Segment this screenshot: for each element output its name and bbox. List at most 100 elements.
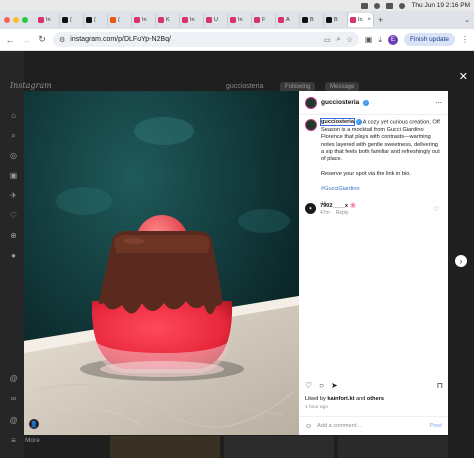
post-options-icon[interactable]: ⋯ bbox=[435, 99, 442, 107]
next-post-arrow-icon[interactable]: › bbox=[455, 255, 467, 267]
caption-block: gucciosteria ✓ A cozy yet curious creati… bbox=[305, 118, 443, 208]
like-heart-icon[interactable]: ♡ bbox=[305, 381, 312, 390]
control-center-icon[interactable] bbox=[361, 2, 369, 9]
commenter-avatar[interactable]: ✶ bbox=[305, 203, 316, 214]
extensions-icon[interactable]: ▣ bbox=[365, 35, 373, 44]
browser-tab[interactable]: In bbox=[36, 13, 60, 27]
caption-username[interactable]: gucciosteria bbox=[320, 118, 355, 127]
minimize-window-button[interactable] bbox=[13, 17, 19, 23]
tab-favicon-icon bbox=[86, 17, 92, 23]
comment-text: 🌸 bbox=[349, 203, 357, 209]
tab-favicon-icon bbox=[110, 17, 116, 23]
more-menu-icon[interactable]: ≡ bbox=[9, 436, 18, 445]
liked-by-user[interactable]: kainfort.kt bbox=[327, 396, 354, 402]
macos-menubar: Thu Jun 19 2:16 PM bbox=[0, 0, 474, 11]
tab-label: In bbox=[190, 17, 195, 23]
browser-tab[interactable]: F bbox=[252, 13, 276, 27]
add-comment-input[interactable]: Add a comment... bbox=[317, 423, 361, 429]
grid-thumbnail bbox=[338, 436, 448, 458]
forward-arrow-icon[interactable]: → bbox=[21, 35, 31, 45]
zoom-icon[interactable]: ⌕ bbox=[337, 36, 341, 44]
close-window-button[interactable] bbox=[4, 17, 10, 23]
browser-tab[interactable]: In bbox=[228, 13, 252, 27]
spotlight-icon[interactable] bbox=[399, 2, 406, 9]
profile-avatar[interactable]: E bbox=[387, 34, 398, 45]
messages-icon[interactable]: ✈ bbox=[9, 191, 18, 200]
bookmark-star-icon[interactable]: ☆ bbox=[347, 36, 353, 44]
post-comment-button[interactable]: Post bbox=[430, 423, 442, 429]
downloads-icon[interactable]: ⤓ bbox=[378, 35, 382, 45]
post-modal: 👤 gucciosteria ✓ ⋯ gucciosteria ✓ A cozy… bbox=[24, 91, 448, 435]
browser-tab[interactable]: In bbox=[180, 13, 204, 27]
liked-and: and bbox=[354, 396, 367, 402]
browser-menu-icon[interactable]: ⋮ bbox=[461, 35, 469, 44]
browser-tab[interactable]: ( bbox=[60, 13, 84, 27]
reload-icon[interactable]: ↻ bbox=[37, 34, 47, 45]
address-bar[interactable]: ⚙ instagram.com/p/DLFuYp-N2Bq/ ▭ ⌕ ☆ bbox=[53, 32, 359, 47]
caption-text: gucciosteria ✓ A cozy yet curious creati… bbox=[320, 118, 441, 208]
caption-body: A cozy yet curious creation, Off Season … bbox=[321, 119, 440, 163]
reply-link[interactable]: Reply bbox=[336, 210, 349, 217]
save-bookmark-icon[interactable]: ⊓ bbox=[437, 381, 443, 390]
grid-thumbnail bbox=[224, 436, 334, 458]
instagram-logo[interactable]: Instagram bbox=[10, 81, 52, 90]
threads-icon[interactable]: @ bbox=[9, 374, 18, 383]
wifi-icon[interactable] bbox=[374, 2, 381, 9]
threads-alt-icon[interactable]: @ bbox=[9, 416, 18, 425]
tab-label: ( bbox=[118, 17, 120, 23]
site-info-icon[interactable]: ⚙ bbox=[59, 36, 65, 44]
post-image[interactable]: 👤 bbox=[24, 91, 299, 435]
browser-tab[interactable]: A bbox=[276, 13, 300, 27]
caption-verified-icon: ✓ bbox=[355, 119, 362, 125]
post-actions: ♡ ○ ➤ ⊓ bbox=[305, 381, 443, 390]
browser-tab[interactable]: K bbox=[156, 13, 180, 27]
menubar-clock[interactable]: Thu Jun 19 2:16 PM bbox=[411, 2, 470, 9]
browser-tab[interactable]: ( bbox=[84, 13, 108, 27]
emoji-smiley-icon[interactable]: ☺ bbox=[305, 423, 312, 430]
tagged-user-icon[interactable]: 👤 bbox=[29, 419, 39, 429]
tab-search-icon[interactable]: ⌄ bbox=[464, 16, 470, 24]
zoom-window-button[interactable] bbox=[22, 17, 28, 23]
likes-summary: Liked by kainfort.kt and others bbox=[305, 396, 384, 402]
commenter-username[interactable]: 7902____x bbox=[320, 203, 348, 209]
tab-label: In bbox=[358, 17, 363, 23]
browser-tab[interactable]: B bbox=[324, 13, 348, 27]
browser-tab[interactable]: In × bbox=[348, 13, 374, 27]
browser-tab[interactable]: U bbox=[204, 13, 228, 27]
author-avatar[interactable] bbox=[305, 96, 317, 109]
meta-icon[interactable]: ∞ bbox=[9, 394, 18, 403]
caption-avatar[interactable] bbox=[305, 119, 317, 131]
close-modal-icon[interactable]: ✕ bbox=[459, 70, 468, 83]
back-arrow-icon[interactable]: ← bbox=[5, 35, 15, 45]
share-send-icon[interactable]: ➤ bbox=[331, 381, 338, 390]
tab-favicon-icon bbox=[134, 17, 140, 23]
author-username[interactable]: gucciosteria bbox=[321, 99, 359, 106]
home-icon[interactable]: ⌂ bbox=[9, 111, 18, 120]
mocktail-photo bbox=[24, 91, 299, 435]
liked-others[interactable]: others bbox=[367, 396, 384, 402]
grid-thumbnail bbox=[110, 436, 220, 458]
tab-close-icon[interactable]: × bbox=[367, 17, 371, 23]
like-comment-heart-icon[interactable]: ♡ bbox=[434, 206, 439, 213]
more-label[interactable]: More bbox=[25, 437, 40, 444]
tab-label: ( bbox=[94, 17, 96, 23]
tab-favicon-icon bbox=[158, 17, 164, 23]
url-text: instagram.com/p/DLFuYp-N2Bq/ bbox=[70, 36, 171, 43]
finish-update-button[interactable]: Finish update bbox=[403, 33, 455, 46]
reels-icon[interactable]: ▣ bbox=[9, 171, 18, 180]
profile-icon[interactable]: ● bbox=[9, 251, 18, 260]
create-icon[interactable]: ⊕ bbox=[9, 231, 18, 240]
battery-icon[interactable] bbox=[386, 2, 394, 9]
notifications-heart-icon[interactable]: ♡ bbox=[9, 211, 18, 220]
browser-tab[interactable]: B bbox=[300, 13, 324, 27]
search-icon[interactable]: ⌕ bbox=[9, 131, 18, 140]
browser-tab[interactable]: In bbox=[132, 13, 156, 27]
explore-icon[interactable]: ◎ bbox=[9, 151, 18, 160]
tab-label: In bbox=[142, 17, 147, 23]
tab-label: In bbox=[46, 17, 51, 23]
new-tab-button[interactable]: + bbox=[378, 15, 383, 25]
comment-bubble-icon[interactable]: ○ bbox=[319, 381, 324, 390]
browser-tab[interactable]: ( bbox=[108, 13, 132, 27]
caption-hashtag[interactable]: #GucciGiardino bbox=[321, 186, 360, 192]
cast-icon[interactable]: ▭ bbox=[324, 36, 331, 44]
